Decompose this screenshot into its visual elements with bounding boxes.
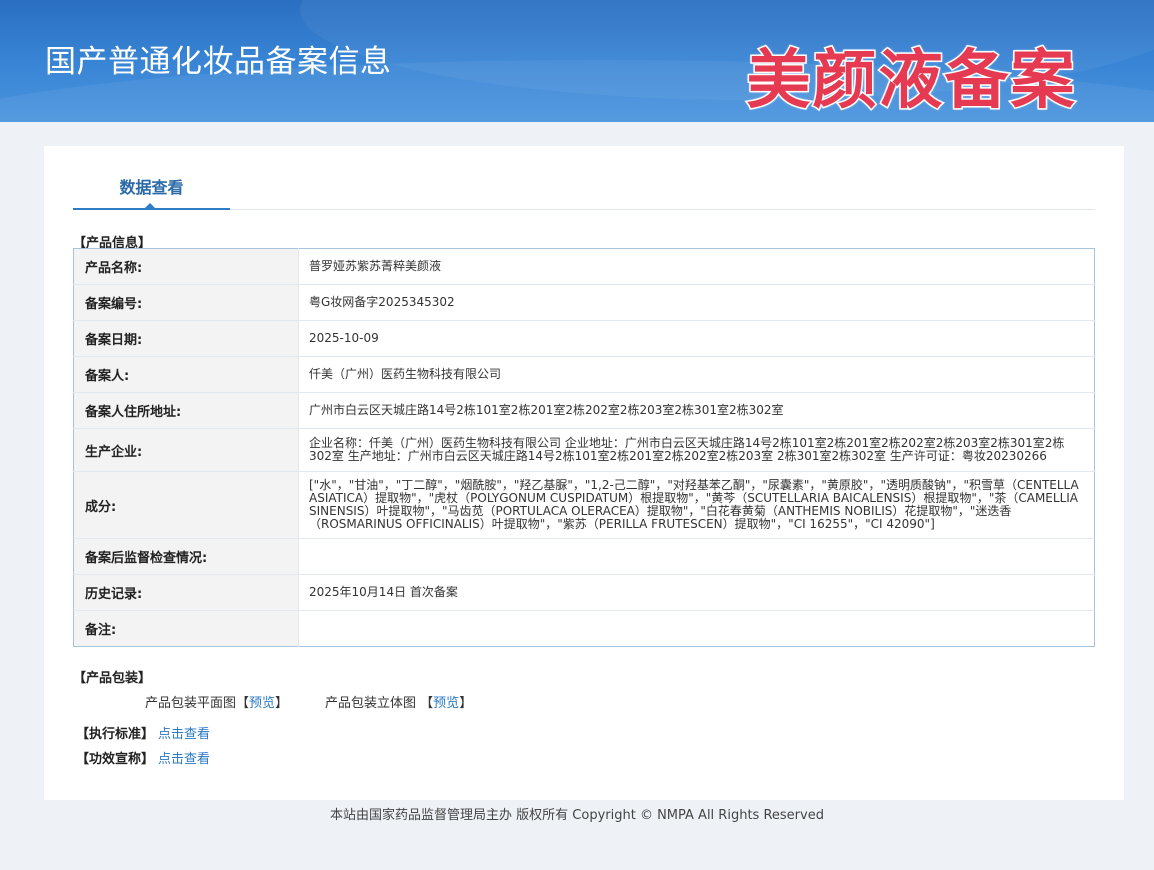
bracket-close: 】 bbox=[459, 696, 473, 711]
packaging-flat-preview-link[interactable]: 预览 bbox=[249, 696, 275, 711]
table-row: 备案编号: 粤G妆网备字2025345302 bbox=[73, 284, 1095, 321]
packaging-solid-label: 产品包装立体图 bbox=[325, 696, 417, 711]
field-label: 备案编号: bbox=[73, 284, 299, 321]
tab-label: 数据查看 bbox=[119, 178, 184, 197]
standard-row: 【执行标准】 点击查看 bbox=[76, 723, 210, 742]
field-value bbox=[298, 538, 1095, 575]
standard-view-link[interactable]: 点击查看 bbox=[158, 727, 210, 742]
field-value: 粤G妆网备字2025345302 bbox=[298, 284, 1095, 321]
product-info-table: 产品名称: 普罗娅苏紫苏菁粹美颜液 备案编号: 粤G妆网备字2025345302 备案日… bbox=[73, 248, 1095, 647]
field-value: ["水"，"甘油"，"丁二醇"，"烟酰胺"，"羟乙基脲"，"1,2-己二醇"，"… bbox=[298, 471, 1095, 539]
efficacy-row: 【功效宣称】 点击查看 bbox=[76, 748, 210, 767]
packaging-flat-item: 产品包装平面图【预览】 bbox=[145, 692, 288, 711]
packaging-solid-preview-link[interactable]: 预览 bbox=[433, 696, 459, 711]
table-row: 历史记录: 2025年10月14日 首次备案 bbox=[73, 574, 1095, 611]
efficacy-view-link[interactable]: 点击查看 bbox=[158, 752, 210, 767]
packaging-heading: 【产品包装】 bbox=[73, 671, 152, 686]
efficacy-label: 【功效宣称】 bbox=[76, 752, 155, 767]
table-row: 备案人住所地址: 广州市白云区天城庄路14号2栋101室2栋201室2栋202室2… bbox=[73, 392, 1095, 429]
page-header: 国产普通化妆品备案信息 美颜液备案 bbox=[0, 0, 1154, 122]
field-value: 2025年10月14日 首次备案 bbox=[298, 574, 1095, 611]
bracket-open: 【 bbox=[236, 696, 250, 711]
field-label: 备注: bbox=[73, 610, 299, 647]
tab-data-view[interactable]: 数据查看 bbox=[73, 170, 230, 210]
table-row: 备注: bbox=[73, 610, 1095, 647]
field-label: 备案人住所地址: bbox=[73, 392, 299, 429]
standard-label: 【执行标准】 bbox=[76, 727, 155, 742]
table-row: 备案后监督检查情况: bbox=[73, 538, 1095, 575]
field-label: 备案人: bbox=[73, 356, 299, 393]
table-row: 备案日期: 2025-10-09 bbox=[73, 320, 1095, 357]
bracket-close: 】 bbox=[275, 696, 289, 711]
field-label: 历史记录: bbox=[73, 574, 299, 611]
field-value: 普罗娅苏紫苏菁粹美颜液 bbox=[298, 248, 1095, 285]
overlay-caption-text: 美颜液备案 bbox=[745, 43, 1077, 120]
field-label: 备案后监督检查情况: bbox=[73, 538, 299, 575]
packaging-solid-item: 产品包装立体图 【预览】 bbox=[325, 692, 472, 711]
bracket-open: 【 bbox=[420, 696, 434, 711]
field-value bbox=[298, 610, 1095, 647]
page-title: 国产普通化妆品备案信息 bbox=[45, 44, 392, 80]
field-label: 成分: bbox=[73, 471, 299, 539]
field-value: 企业名称：仟美（广州）医药生物科技有限公司 企业地址：广州市白云区天城庄路14号… bbox=[298, 428, 1095, 472]
field-label: 产品名称: bbox=[73, 248, 299, 285]
tab-active-indicator bbox=[144, 203, 156, 209]
field-value: 广州市白云区天城庄路14号2栋101室2栋201室2栋202室2栋203室2栋3… bbox=[298, 392, 1095, 429]
table-row: 成分: ["水"，"甘油"，"丁二醇"，"烟酰胺"，"羟乙基脲"，"1,2-己二醇… bbox=[73, 471, 1095, 539]
field-label: 备案日期: bbox=[73, 320, 299, 357]
table-row: 生产企业: 企业名称：仟美（广州）医药生物科技有限公司 企业地址：广州市白云区天城… bbox=[73, 428, 1095, 472]
field-label: 生产企业: bbox=[73, 428, 299, 472]
page-footer: 本站由国家药品监督管理局主办 版权所有 Copyright © NMPA All… bbox=[330, 808, 824, 823]
field-value: 仟美（广州）医药生物科技有限公司 bbox=[298, 356, 1095, 393]
field-value: 2025-10-09 bbox=[298, 320, 1095, 357]
overlay-caption: 美颜液备案 bbox=[709, 30, 1114, 120]
content-panel: 数据查看 【产品信息】 产品名称: 普罗娅苏紫苏菁粹美颜液 备案编号: 粤G妆网备字2… bbox=[44, 146, 1124, 800]
packaging-flat-label: 产品包装平面图 bbox=[145, 696, 237, 711]
table-row: 产品名称: 普罗娅苏紫苏菁粹美颜液 bbox=[73, 248, 1095, 285]
table-row: 备案人: 仟美（广州）医药生物科技有限公司 bbox=[73, 356, 1095, 393]
tab-bar: 数据查看 bbox=[73, 170, 1095, 210]
